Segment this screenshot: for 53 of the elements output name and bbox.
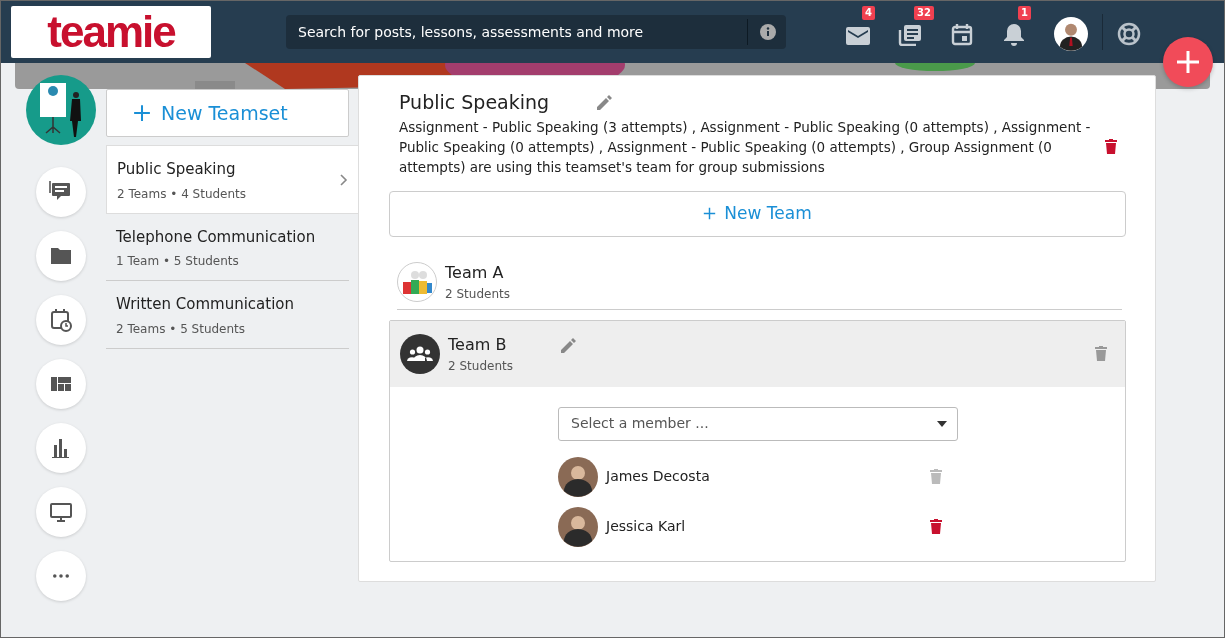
member-name: James Decosta bbox=[606, 467, 710, 486]
search-field[interactable]: Search for posts, lessons, assessments and more bbox=[296, 20, 747, 44]
count-badge: 4 bbox=[862, 6, 875, 20]
plus-icon bbox=[703, 207, 717, 220]
plus-icon bbox=[1176, 50, 1200, 74]
lifebuoy-icon bbox=[1117, 22, 1141, 46]
more-icon bbox=[53, 574, 69, 578]
teamset-item[interactable]: Written Communication 2 Teams • 5 Students bbox=[106, 281, 349, 349]
dashboard-button[interactable] bbox=[36, 359, 86, 409]
schedule-button[interactable] bbox=[36, 295, 86, 345]
calendar-clock-icon bbox=[49, 308, 73, 332]
logo: teamie bbox=[11, 6, 211, 58]
plus-icon bbox=[133, 104, 151, 122]
count-badge: 1 bbox=[1018, 6, 1031, 20]
student-count: 2 Students bbox=[445, 285, 510, 303]
member-name: Jessica Karl bbox=[606, 517, 686, 536]
notifications-button[interactable] bbox=[1002, 22, 1026, 46]
info-icon[interactable] bbox=[760, 24, 776, 40]
course-image bbox=[26, 75, 96, 145]
files-button[interactable] bbox=[36, 231, 86, 281]
team-header[interactable]: Team B 2 Students bbox=[390, 320, 1125, 387]
teamset-item[interactable]: Public Speaking 2 Teams • 4 Students bbox=[106, 145, 358, 214]
presentation-button[interactable] bbox=[36, 487, 86, 537]
delete-button[interactable] bbox=[1105, 139, 1117, 154]
new-team-button[interactable]: New Team bbox=[389, 190, 1126, 237]
team-row[interactable]: Team A 2 Students bbox=[397, 236, 1122, 310]
help-button[interactable] bbox=[1117, 22, 1141, 46]
usage-note: Assignment - Public Speaking (3 attempts) , Assignment - Public Speaking (0 attempts) , Assignment - Public Speaking (0 attempts) , Assignment - Public Speaking (0 attempts) , Group Assignment (0 attempts) are using this teamset's team for group submissions bbox=[399, 117, 1092, 177]
group-icon bbox=[400, 333, 440, 374]
avatar-icon bbox=[1054, 17, 1088, 51]
monitor-icon bbox=[49, 500, 73, 524]
caret-down-icon bbox=[937, 420, 947, 427]
new-teamset-button[interactable]: New Teamset bbox=[106, 89, 349, 137]
panel-title: Public Speaking bbox=[399, 90, 550, 115]
team-avatar bbox=[397, 261, 437, 302]
feed-button[interactable] bbox=[898, 22, 922, 46]
member-avatar bbox=[558, 456, 598, 497]
teamset-item[interactable]: Telephone Communication 1 Team • 5 Students bbox=[106, 213, 349, 281]
analytics-button[interactable] bbox=[36, 423, 86, 473]
profile-button[interactable] bbox=[1054, 17, 1088, 51]
team-name: Team B bbox=[448, 333, 508, 356]
calendar-button[interactable] bbox=[950, 22, 974, 46]
chevron-right-icon bbox=[340, 174, 348, 187]
search-bar[interactable]: Search for posts, lessons, assessments and more bbox=[286, 15, 786, 49]
member-avatar bbox=[558, 506, 598, 547]
edit-button[interactable] bbox=[597, 94, 614, 111]
remove-member-button[interactable] bbox=[930, 519, 942, 534]
edit-button[interactable] bbox=[560, 336, 577, 353]
team-name: Team A bbox=[445, 261, 505, 284]
count-badge: 32 bbox=[914, 6, 934, 20]
student-count: 2 Students bbox=[448, 357, 513, 375]
discussion-button[interactable] bbox=[36, 167, 86, 217]
member-select[interactable]: Select a member ... bbox=[558, 406, 958, 441]
